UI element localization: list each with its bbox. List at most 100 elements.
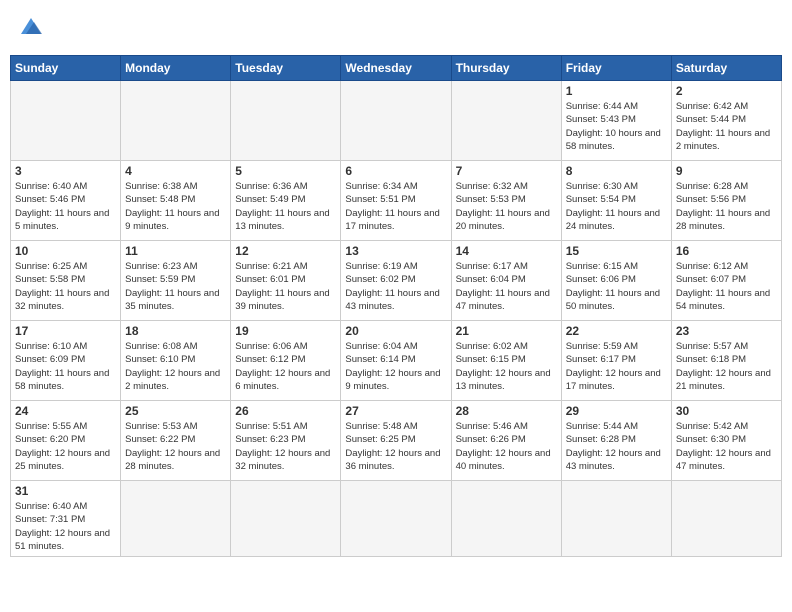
calendar-cell-empty	[341, 481, 451, 557]
calendar-cell-17: 17 Sunrise: 6:10 AM Sunset: 6:09 PM Dayli…	[11, 321, 121, 401]
day-number: 14	[456, 244, 557, 258]
calendar-cell-29: 29Sunrise: 5:44 AM Sunset: 6:28 PM Dayli…	[561, 401, 671, 481]
day-number: 20	[345, 324, 446, 338]
day-number: 21	[456, 324, 557, 338]
weekday-header-tuesday: Tuesday	[231, 56, 341, 81]
calendar-cell-14: 14 Sunrise: 6:17 AM Sunset: 6:04 PM Dayli…	[451, 241, 561, 321]
calendar-cell-3: 3 Sunrise: 6:40 AM Sunset: 5:46 PM Daylig…	[11, 161, 121, 241]
calendar-cell-23: 23 Sunrise: 5:57 AM Sunset: 6:18 PM Dayli…	[671, 321, 781, 401]
week-row-0: 1 Sunrise: 6:44 AM Sunset: 5:43 PM Daylig…	[11, 81, 782, 161]
day-number: 27	[345, 404, 446, 418]
day-info: Sunrise: 6:32 AM Sunset: 5:53 PM Dayligh…	[456, 180, 557, 233]
page-header	[10, 10, 782, 47]
day-number: 13	[345, 244, 446, 258]
week-row-4: 24 Sunrise: 5:55 AM Sunset: 6:20 PM Dayli…	[11, 401, 782, 481]
day-number: 5	[235, 164, 336, 178]
day-number: 4	[125, 164, 226, 178]
weekday-header-row: SundayMondayTuesdayWednesdayThursdayFrid…	[11, 56, 782, 81]
day-number: 29	[566, 404, 667, 418]
calendar-cell-28: 28Sunrise: 5:46 AM Sunset: 6:26 PM Dayli…	[451, 401, 561, 481]
calendar-cell-empty	[121, 481, 231, 557]
day-info: Sunrise: 5:59 AM Sunset: 6:17 PM Dayligh…	[566, 340, 667, 393]
calendar-cell-13: 13 Sunrise: 6:19 AM Sunset: 6:02 PM Dayli…	[341, 241, 451, 321]
day-info: Sunrise: 6:02 AM Sunset: 6:15 PM Dayligh…	[456, 340, 557, 393]
day-number: 22	[566, 324, 667, 338]
day-number: 2	[676, 84, 777, 98]
calendar-cell-empty	[341, 81, 451, 161]
calendar-cell-1: 1 Sunrise: 6:44 AM Sunset: 5:43 PM Daylig…	[561, 81, 671, 161]
calendar-cell-8: 8 Sunrise: 6:30 AM Sunset: 5:54 PM Daylig…	[561, 161, 671, 241]
calendar-cell-5: 5 Sunrise: 6:36 AM Sunset: 5:49 PM Daylig…	[231, 161, 341, 241]
day-info: Sunrise: 6:23 AM Sunset: 5:59 PM Dayligh…	[125, 260, 226, 313]
day-info: Sunrise: 5:46 AM Sunset: 6:26 PM Dayligh…	[456, 420, 557, 473]
day-info: Sunrise: 6:30 AM Sunset: 5:54 PM Dayligh…	[566, 180, 667, 233]
day-number: 26	[235, 404, 336, 418]
day-info: Sunrise: 6:12 AM Sunset: 6:07 PM Dayligh…	[676, 260, 777, 313]
day-info: Sunrise: 6:21 AM Sunset: 6:01 PM Dayligh…	[235, 260, 336, 313]
calendar-cell-empty	[451, 81, 561, 161]
day-info: Sunrise: 5:57 AM Sunset: 6:18 PM Dayligh…	[676, 340, 777, 393]
calendar-cell-empty	[561, 481, 671, 557]
day-number: 31	[15, 484, 116, 498]
day-info: Sunrise: 6:15 AM Sunset: 6:06 PM Dayligh…	[566, 260, 667, 313]
day-number: 6	[345, 164, 446, 178]
calendar-cell-30: 30Sunrise: 5:42 AM Sunset: 6:30 PM Dayli…	[671, 401, 781, 481]
week-row-3: 17 Sunrise: 6:10 AM Sunset: 6:09 PM Dayli…	[11, 321, 782, 401]
day-info: Sunrise: 6:08 AM Sunset: 6:10 PM Dayligh…	[125, 340, 226, 393]
calendar-cell-31: 31 Sunrise: 6:40 AM Sunset: 7:31 PM Dayli…	[11, 481, 121, 557]
day-number: 30	[676, 404, 777, 418]
day-info: Sunrise: 6:10 AM Sunset: 6:09 PM Dayligh…	[15, 340, 116, 393]
day-number: 8	[566, 164, 667, 178]
logo-text	[14, 14, 46, 43]
day-number: 11	[125, 244, 226, 258]
calendar-cell-6: 6Sunrise: 6:34 AM Sunset: 5:51 PM Daylig…	[341, 161, 451, 241]
calendar-cell-21: 21 Sunrise: 6:02 AM Sunset: 6:15 PM Dayli…	[451, 321, 561, 401]
day-number: 17	[15, 324, 116, 338]
day-info: Sunrise: 6:28 AM Sunset: 5:56 PM Dayligh…	[676, 180, 777, 233]
weekday-header-friday: Friday	[561, 56, 671, 81]
day-info: Sunrise: 6:04 AM Sunset: 6:14 PM Dayligh…	[345, 340, 446, 393]
day-info: Sunrise: 6:19 AM Sunset: 6:02 PM Dayligh…	[345, 260, 446, 313]
day-number: 9	[676, 164, 777, 178]
day-number: 3	[15, 164, 116, 178]
day-info: Sunrise: 5:53 AM Sunset: 6:22 PM Dayligh…	[125, 420, 226, 473]
calendar-cell-empty	[451, 481, 561, 557]
day-info: Sunrise: 5:48 AM Sunset: 6:25 PM Dayligh…	[345, 420, 446, 473]
logo-icon	[16, 14, 46, 38]
day-info: Sunrise: 6:06 AM Sunset: 6:12 PM Dayligh…	[235, 340, 336, 393]
day-info: Sunrise: 6:25 AM Sunset: 5:58 PM Dayligh…	[15, 260, 116, 313]
day-number: 16	[676, 244, 777, 258]
calendar-cell-26: 26Sunrise: 5:51 AM Sunset: 6:23 PM Dayli…	[231, 401, 341, 481]
calendar-cell-empty	[231, 81, 341, 161]
day-number: 23	[676, 324, 777, 338]
calendar-cell-11: 11 Sunrise: 6:23 AM Sunset: 5:59 PM Dayli…	[121, 241, 231, 321]
calendar-cell-15: 15 Sunrise: 6:15 AM Sunset: 6:06 PM Dayli…	[561, 241, 671, 321]
week-row-5: 31 Sunrise: 6:40 AM Sunset: 7:31 PM Dayli…	[11, 481, 782, 557]
day-info: Sunrise: 6:17 AM Sunset: 6:04 PM Dayligh…	[456, 260, 557, 313]
day-number: 1	[566, 84, 667, 98]
calendar-cell-empty	[11, 81, 121, 161]
day-number: 24	[15, 404, 116, 418]
weekday-header-thursday: Thursday	[451, 56, 561, 81]
weekday-header-monday: Monday	[121, 56, 231, 81]
calendar-cell-empty	[231, 481, 341, 557]
week-row-1: 3 Sunrise: 6:40 AM Sunset: 5:46 PM Daylig…	[11, 161, 782, 241]
week-row-2: 10 Sunrise: 6:25 AM Sunset: 5:58 PM Dayli…	[11, 241, 782, 321]
day-number: 15	[566, 244, 667, 258]
calendar-cell-19: 19 Sunrise: 6:06 AM Sunset: 6:12 PM Dayli…	[231, 321, 341, 401]
day-number: 10	[15, 244, 116, 258]
day-number: 7	[456, 164, 557, 178]
day-info: Sunrise: 6:44 AM Sunset: 5:43 PM Dayligh…	[566, 100, 667, 153]
calendar-cell-empty	[121, 81, 231, 161]
day-info: Sunrise: 6:40 AM Sunset: 7:31 PM Dayligh…	[15, 500, 116, 553]
calendar-cell-empty	[671, 481, 781, 557]
day-info: Sunrise: 6:36 AM Sunset: 5:49 PM Dayligh…	[235, 180, 336, 233]
calendar-cell-18: 18 Sunrise: 6:08 AM Sunset: 6:10 PM Dayli…	[121, 321, 231, 401]
logo	[10, 10, 50, 47]
day-info: Sunrise: 5:55 AM Sunset: 6:20 PM Dayligh…	[15, 420, 116, 473]
calendar-cell-9: 9 Sunrise: 6:28 AM Sunset: 5:56 PM Daylig…	[671, 161, 781, 241]
day-number: 18	[125, 324, 226, 338]
day-info: Sunrise: 6:40 AM Sunset: 5:46 PM Dayligh…	[15, 180, 116, 233]
calendar-cell-20: 20 Sunrise: 6:04 AM Sunset: 6:14 PM Dayli…	[341, 321, 451, 401]
day-number: 19	[235, 324, 336, 338]
